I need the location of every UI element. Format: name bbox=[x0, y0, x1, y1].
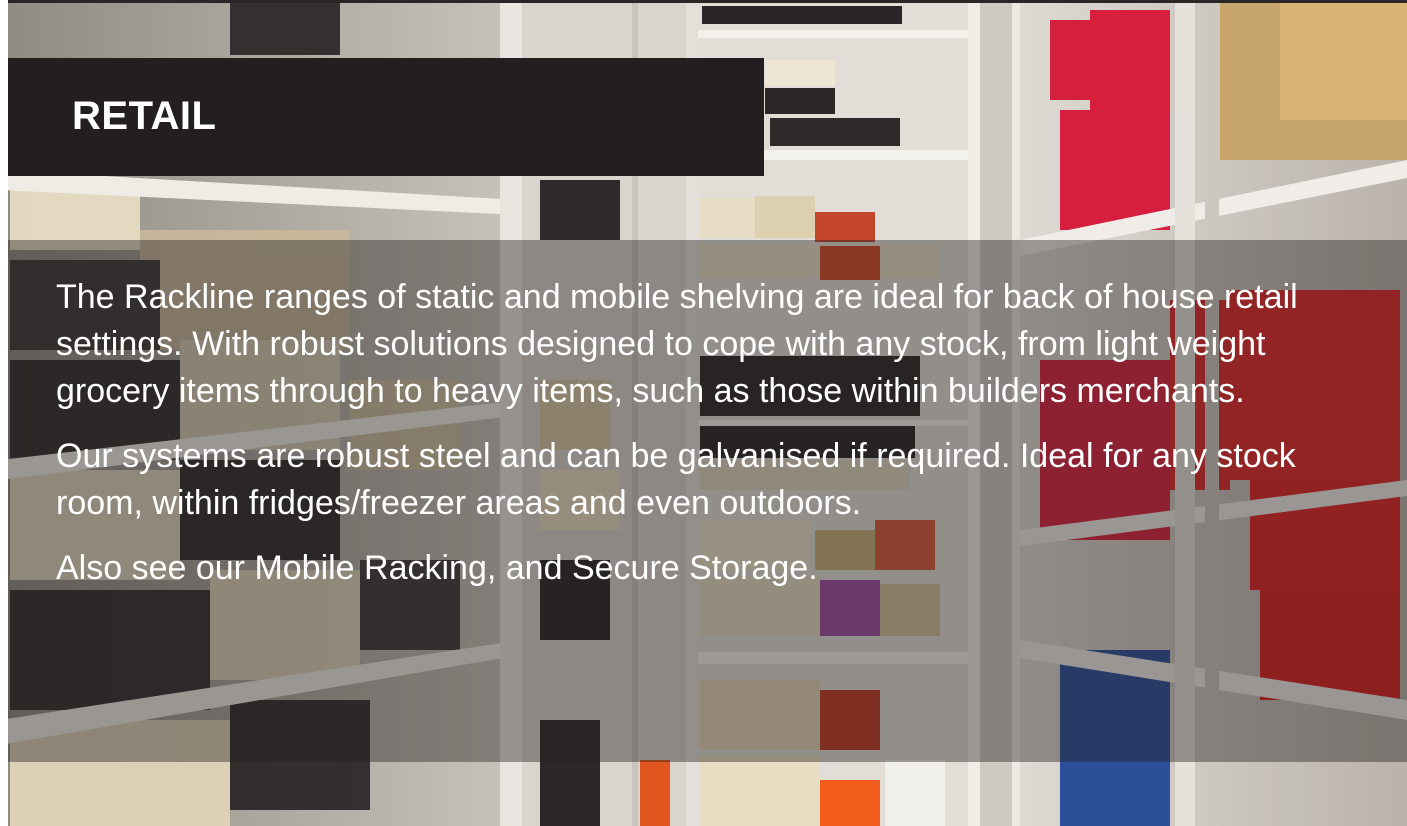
description-panel: The Rackline ranges of static and mobile… bbox=[8, 240, 1407, 762]
title-banner: RETAIL bbox=[8, 58, 764, 176]
page-title: RETAIL bbox=[72, 94, 217, 138]
left-margin bbox=[0, 0, 8, 826]
retail-hero: RETAIL The Rackline ranges of static and… bbox=[0, 0, 1407, 826]
top-rule bbox=[0, 0, 1407, 3]
description-copy: The Rackline ranges of static and mobile… bbox=[56, 274, 1376, 610]
paragraph-systems: Our systems are robust steel and can be … bbox=[56, 437, 1296, 522]
paragraph-intro: The Rackline ranges of static and mobile… bbox=[56, 278, 1298, 410]
paragraph-see-also: Also see our Mobile Racking, and Secure … bbox=[56, 549, 818, 587]
